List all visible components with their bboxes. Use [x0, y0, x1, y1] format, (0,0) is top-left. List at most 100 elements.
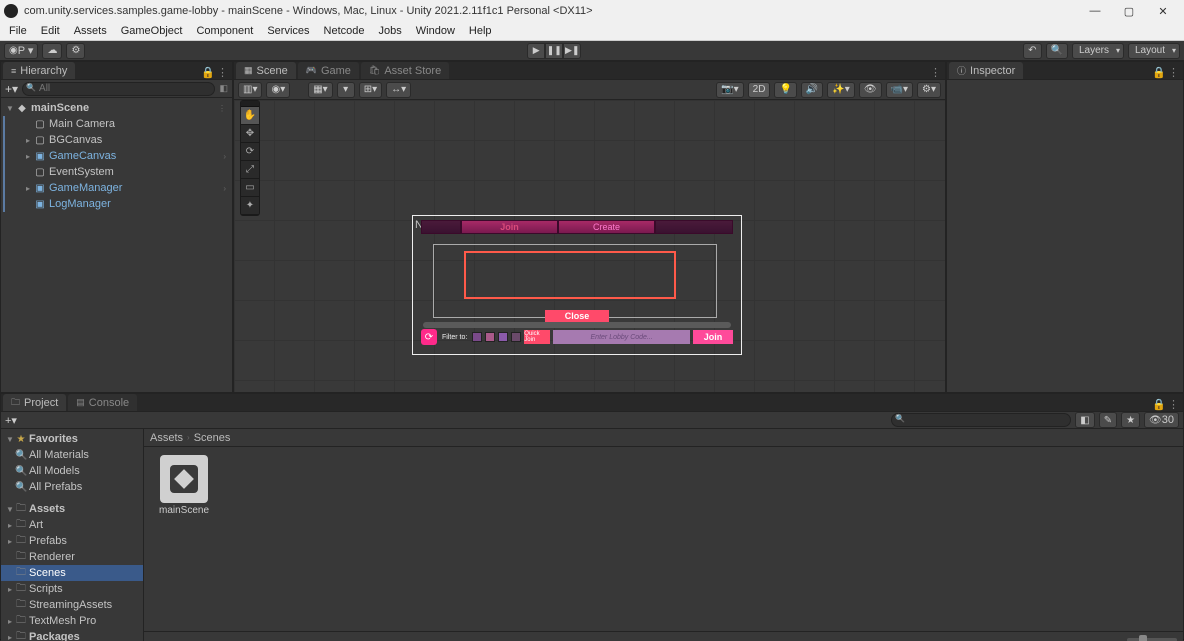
services-button[interactable]: ⚙ — [66, 43, 85, 59]
panel-menu-icon[interactable]: ⋮ — [930, 66, 941, 79]
lighting-toggle[interactable]: 💡 — [774, 82, 796, 98]
breadcrumb-item[interactable]: Scenes — [194, 432, 231, 444]
lobby-back-segment[interactable] — [421, 220, 461, 234]
search-by-label-button[interactable]: ✎ — [1099, 412, 1117, 428]
hierarchy-tab[interactable]: ≡Hierarchy — [3, 62, 75, 79]
folder-item-selected[interactable]: 🗀Scenes — [1, 565, 143, 581]
pause-button[interactable]: ❚❚ — [545, 43, 563, 59]
panel-menu-icon[interactable]: ⋮ — [217, 66, 228, 79]
toggle-increment-button[interactable]: ↔▾ — [386, 82, 411, 98]
filter-color-2[interactable] — [485, 332, 495, 342]
lobby-join-button[interactable]: Join — [693, 330, 733, 344]
menu-jobs[interactable]: Jobs — [372, 25, 409, 37]
account-button[interactable]: ◉ P ▾ — [4, 43, 38, 59]
asset-store-tab[interactable]: 🛍Asset Store — [361, 62, 449, 79]
project-tab[interactable]: 🗀Project — [3, 394, 66, 411]
lobby-code-input[interactable]: Enter Lobby Code... — [553, 330, 690, 344]
hand-tool[interactable]: ✋ — [241, 107, 259, 125]
toggle-snap-button[interactable]: ⊞▾ — [359, 82, 382, 98]
prefab-open-icon[interactable]: › — [223, 184, 232, 193]
folder-item[interactable]: ▸🗀Art — [1, 517, 143, 533]
folder-item[interactable]: ▸🗀TextMesh Pro — [1, 613, 143, 629]
visibility-toggle[interactable]: 👁 — [859, 82, 882, 98]
scene-viewport[interactable]: ✋ ✥ ⟳ ⤢ ▭ ✦ Join Create Name✎ — [234, 100, 945, 392]
grid-size-slider[interactable] — [1127, 638, 1177, 641]
packages-header[interactable]: ▸🗀Packages — [1, 629, 143, 641]
transform-tool[interactable]: ✦ — [241, 197, 259, 215]
favorite-item[interactable]: 🔍All Prefabs — [1, 479, 143, 495]
hierarchy-item[interactable]: ▢Main Camera — [5, 116, 232, 132]
breadcrumb-item[interactable]: Assets — [150, 432, 183, 444]
shading-mode-dropdown[interactable]: ▥▾ — [238, 82, 262, 98]
project-search-input[interactable] — [891, 413, 1071, 427]
search-button[interactable]: 🔍 — [1046, 43, 1068, 59]
camera-dropdown[interactable]: 📷▾ — [716, 82, 743, 98]
menu-netcode[interactable]: Netcode — [317, 25, 372, 37]
layout-dropdown[interactable]: Layout — [1128, 43, 1180, 59]
scene-root[interactable]: ▼◆mainScene⋮ — [1, 100, 232, 116]
game-tab[interactable]: 🎮Game — [298, 62, 359, 79]
layers-dropdown[interactable]: Layers — [1072, 43, 1124, 59]
2d-toggle[interactable]: 2D — [748, 82, 771, 98]
menu-services[interactable]: Services — [260, 25, 316, 37]
panel-lock-icon[interactable]: 🔒 — [1152, 398, 1166, 411]
console-tab[interactable]: ▤Console — [68, 394, 137, 411]
hierarchy-item[interactable]: ▣LogManager — [5, 196, 232, 212]
maximize-button[interactable]: ▢ — [1112, 1, 1146, 21]
folder-item[interactable]: ▸🗀Scripts — [1, 581, 143, 597]
play-button[interactable]: ▶ — [527, 43, 545, 59]
hierarchy-item[interactable]: ▸▢BGCanvas — [5, 132, 232, 148]
hierarchy-search-input[interactable] — [22, 82, 215, 96]
hierarchy-add-button[interactable]: +▾ — [5, 82, 18, 96]
hierarchy-item[interactable]: ▸▣GameCanvas› — [5, 148, 232, 164]
minimize-button[interactable]: — — [1078, 1, 1112, 21]
close-window-button[interactable]: ✕ — [1146, 1, 1180, 21]
panel-lock-icon[interactable]: 🔒 — [201, 66, 215, 79]
filter-color-1[interactable] — [472, 332, 482, 342]
filter-color-4[interactable] — [511, 332, 521, 342]
favorite-item[interactable]: 🔍All Models — [1, 463, 143, 479]
toggle-skybox-button[interactable]: ▦▾ — [308, 82, 332, 98]
scene-context-icon[interactable]: ⋮ — [218, 104, 232, 113]
favorites-header[interactable]: ▼★Favorites — [1, 431, 143, 447]
rotate-tool[interactable]: ⟳ — [241, 143, 259, 161]
favorite-item[interactable]: 🔍All Materials — [1, 447, 143, 463]
prefab-open-icon[interactable]: › — [223, 152, 232, 161]
save-search-button[interactable]: ★ — [1121, 412, 1140, 428]
draw-mode-dropdown[interactable]: ◉▾ — [266, 82, 290, 98]
project-add-button[interactable]: +▾ — [5, 414, 17, 427]
folder-item[interactable]: ▸🗀Prefabs — [1, 533, 143, 549]
lobby-refresh-button[interactable]: ⟳ — [421, 329, 437, 345]
assets-header[interactable]: ▼🗀Assets — [1, 501, 143, 517]
menu-window[interactable]: Window — [409, 25, 462, 37]
lobby-create-tab[interactable]: Create — [558, 220, 655, 234]
cloud-button[interactable]: ☁ — [42, 43, 62, 59]
scene-tool-palette[interactable]: ✋ ✥ ⟳ ⤢ ▭ ✦ — [240, 100, 260, 216]
move-tool[interactable]: ✥ — [241, 125, 259, 143]
toggle-grid-button[interactable]: ▾ — [337, 82, 355, 98]
panel-menu-icon[interactable]: ⋮ — [1168, 398, 1179, 411]
lobby-join-tab[interactable]: Join — [461, 220, 558, 234]
asset-item[interactable]: mainScene — [152, 455, 216, 516]
gizmos-dropdown[interactable]: ⚙▾ — [917, 82, 941, 98]
hidden-packages-button[interactable]: 👁 30 — [1144, 412, 1179, 428]
menu-file[interactable]: File — [2, 25, 34, 37]
hierarchy-item[interactable]: ▢EventSystem — [5, 164, 232, 180]
filter-color-3[interactable] — [498, 332, 508, 342]
fx-toggle[interactable]: ✨▾ — [827, 82, 854, 98]
menu-edit[interactable]: Edit — [34, 25, 67, 37]
folder-item[interactable]: 🗀StreamingAssets — [1, 597, 143, 613]
canvas-gizmo[interactable]: Join Create Name✎ Close ⟳ Filter to: — [412, 215, 742, 355]
step-button[interactable]: ▶❚ — [563, 43, 581, 59]
scene-tab[interactable]: ▦Scene — [236, 62, 296, 79]
menu-gameobject[interactable]: GameObject — [114, 25, 190, 37]
scale-tool[interactable]: ⤢ — [241, 161, 259, 179]
menu-assets[interactable]: Assets — [67, 25, 114, 37]
search-by-type-button[interactable]: ◧ — [1075, 412, 1094, 428]
inspector-tab[interactable]: ⓘInspector — [949, 62, 1023, 79]
quick-join-button[interactable]: Quick Join — [524, 330, 550, 344]
menu-help[interactable]: Help — [462, 25, 499, 37]
audio-toggle[interactable]: 🔊 — [801, 82, 823, 98]
rect-tool[interactable]: ▭ — [241, 179, 259, 197]
camera-settings[interactable]: 📹▾ — [886, 82, 913, 98]
